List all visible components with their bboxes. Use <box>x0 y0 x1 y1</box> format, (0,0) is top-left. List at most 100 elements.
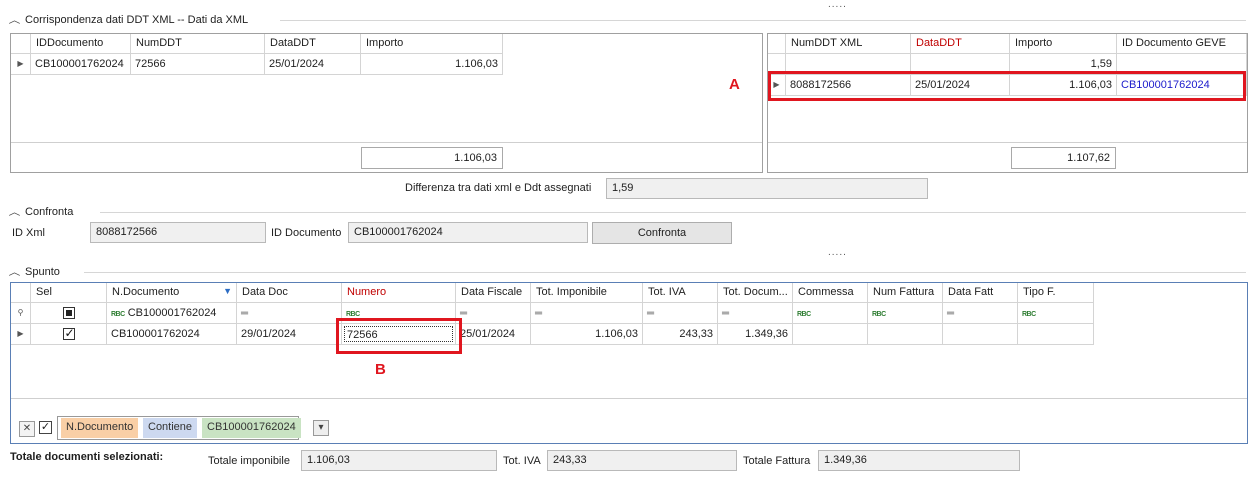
spunto-grid[interactable]: Sel N.Documento ▼ Data Doc Numero Data F… <box>10 282 1248 444</box>
equals-filter-icon: ═ <box>722 308 730 319</box>
filter-chip-field[interactable]: N.Documento <box>61 418 139 438</box>
tot-iva-label: Tot. IVA <box>503 455 541 467</box>
marker-a: A <box>729 76 740 93</box>
column-header-numddt[interactable]: NumDDT <box>131 34 265 54</box>
id-xml-field[interactable]: 8088172566 <box>90 222 266 243</box>
filter-value-ndocumento: CB100001762024 <box>127 307 217 319</box>
totale-fattura-field[interactable]: 1.349,36 <box>818 450 1020 471</box>
column-header-tipo-f[interactable]: Tipo F. <box>1018 283 1094 303</box>
table-cell-commessa[interactable] <box>793 324 868 345</box>
column-header-id-documento-geve[interactable]: ID Documento GEVE <box>1117 34 1247 54</box>
enable-filter-checkbox[interactable]: ✓ <box>39 421 52 434</box>
column-header-num-fattura[interactable]: Num Fattura <box>868 283 943 303</box>
table-cell-tot-imponibile[interactable]: 1.106,03 <box>531 324 643 345</box>
table-cell-sel[interactable] <box>31 324 107 345</box>
filter-cell-sel[interactable] <box>31 303 107 324</box>
totale-imponibile-label: Totale imponibile <box>208 455 290 467</box>
row-indicator-header <box>768 34 786 54</box>
filter-row-pin-icon: ⚲ <box>11 303 31 324</box>
group-confronta-header[interactable]: ︿ Confronta <box>9 205 74 218</box>
group-spunto-header[interactable]: ︿ Spunto <box>9 265 60 278</box>
row-checkbox[interactable] <box>62 326 75 340</box>
equals-filter-icon: ═ <box>647 308 655 319</box>
totals-heading: Totale documenti selezionati: <box>10 451 164 463</box>
table-cell-num-fattura[interactable] <box>868 324 943 345</box>
filter-cell-tot-imponibile[interactable]: ═ <box>531 303 643 324</box>
footer-divider <box>768 142 1247 143</box>
table-cell-data-fiscale[interactable]: 25/01/2024 <box>456 324 531 345</box>
column-header-data-fatt[interactable]: Data Fatt <box>943 283 1018 303</box>
group-corrispondenza-header[interactable]: ︿ Corrispondenza dati DDT XML -- Dati da… <box>9 13 249 26</box>
equals-filter-icon: ═ <box>241 308 249 319</box>
filter-cell-commessa[interactable]: RBC <box>793 303 868 324</box>
filter-cell-data-doc[interactable]: ═ <box>237 303 342 324</box>
column-header-importo[interactable]: Importo <box>361 34 503 54</box>
table-cell-tot-iva[interactable]: 243,33 <box>643 324 718 345</box>
table-cell-numddt[interactable]: 72566 <box>131 54 265 75</box>
column-header-dataddt-xml[interactable]: DataDDT <box>911 34 1010 54</box>
chevron-down-icon[interactable]: ▾ <box>313 420 329 436</box>
column-header-ndocumento-label: N.Documento <box>112 286 180 298</box>
filter-cell-data-fatt[interactable]: ═ <box>943 303 1018 324</box>
column-header-numddt-xml[interactable]: NumDDT XML <box>786 34 911 54</box>
row-indicator-arrow-icon[interactable]: ▶ <box>11 324 31 345</box>
table-cell-importo[interactable]: 1.106,03 <box>361 54 503 75</box>
totale-imponibile-field[interactable]: 1.106,03 <box>301 450 497 471</box>
column-header-tot-documento[interactable]: Tot. Docum... <box>718 283 793 303</box>
highlight-box-a <box>768 71 1246 101</box>
column-header-importo-xml[interactable]: Importo <box>1010 34 1117 54</box>
group-corrispondenza-title: Corrispondenza dati DDT XML -- Dati da X… <box>25 13 249 26</box>
column-header-dataddt[interactable]: DataDDT <box>265 34 361 54</box>
table-cell-tipo-f[interactable] <box>1018 324 1094 345</box>
filter-cell-tot-documento[interactable]: ═ <box>718 303 793 324</box>
group-divider <box>84 272 1246 273</box>
confronta-button[interactable]: Confronta <box>592 222 732 244</box>
table-cell-data-fatt[interactable] <box>943 324 1018 345</box>
filter-funnel-icon[interactable]: ▼ <box>223 286 232 296</box>
id-xml-label: ID Xml <box>12 227 45 239</box>
filter-cell-tot-iva[interactable]: ═ <box>643 303 718 324</box>
tot-iva-field[interactable]: 243,33 <box>547 450 737 471</box>
column-header-iddocumento[interactable]: IDDocumento <box>31 34 131 54</box>
clear-filter-icon[interactable]: ✕ <box>19 421 35 437</box>
text-filter-icon: RBC <box>872 311 886 318</box>
ddt-total-importo: 1.106,03 <box>361 147 503 169</box>
splitter-grip-top[interactable]: ..... <box>828 0 847 10</box>
text-filter-icon: RBC <box>111 311 125 318</box>
column-header-tot-iva[interactable]: Tot. IVA <box>643 283 718 303</box>
footer-divider <box>11 142 762 143</box>
column-header-data-doc[interactable]: Data Doc <box>237 283 342 303</box>
row-indicator-arrow-icon[interactable]: ▶ <box>11 54 31 75</box>
ddt-grid[interactable]: IDDocumento NumDDT DataDDT Importo ▶ CB1… <box>10 33 763 173</box>
indeterminate-checkbox[interactable] <box>62 307 75 319</box>
column-header-numero[interactable]: Numero <box>342 283 456 303</box>
table-cell-data-doc[interactable]: 29/01/2024 <box>237 324 342 345</box>
table-cell-tot-documento[interactable]: 1.349,36 <box>718 324 793 345</box>
column-header-data-fiscale[interactable]: Data Fiscale <box>456 283 531 303</box>
text-filter-icon: RBC <box>346 311 360 318</box>
filter-cell-tipo-f[interactable]: RBC <box>1018 303 1094 324</box>
chevron-up-icon[interactable]: ︿ <box>9 13 21 26</box>
filter-cell-ndocumento[interactable]: RBC CB100001762024 <box>107 303 237 324</box>
group-divider <box>100 212 1246 213</box>
column-header-commessa[interactable]: Commessa <box>793 283 868 303</box>
text-filter-icon: RBC <box>797 311 811 318</box>
chevron-up-icon[interactable]: ︿ <box>9 265 21 278</box>
column-header-ndocumento[interactable]: N.Documento ▼ <box>107 283 237 303</box>
column-header-sel[interactable]: Sel <box>31 283 107 303</box>
table-cell-ndocumento[interactable]: CB100001762024 <box>107 324 237 345</box>
filter-chip-value[interactable]: CB100001762024 <box>202 418 301 438</box>
filter-chip-operator[interactable]: Contiene <box>143 418 198 438</box>
highlight-box-b <box>336 318 462 354</box>
id-documento-field[interactable]: CB100001762024 <box>348 222 588 243</box>
splitter-grip-middle[interactable]: ..... <box>828 248 847 258</box>
table-cell-iddocumento[interactable]: CB100001762024 <box>31 54 131 75</box>
totale-fattura-label: Totale Fattura <box>743 455 811 467</box>
column-header-tot-imponibile[interactable]: Tot. Imponibile <box>531 283 643 303</box>
xml-grid[interactable]: NumDDT XML DataDDT Importo ID Documento … <box>767 33 1248 173</box>
table-cell-dataddt[interactable]: 25/01/2024 <box>265 54 361 75</box>
differenza-field[interactable]: 1,59 <box>606 178 928 199</box>
chevron-up-icon[interactable]: ︿ <box>9 205 21 218</box>
filter-cell-data-fiscale[interactable]: ═ <box>456 303 531 324</box>
filter-cell-num-fattura[interactable]: RBC <box>868 303 943 324</box>
